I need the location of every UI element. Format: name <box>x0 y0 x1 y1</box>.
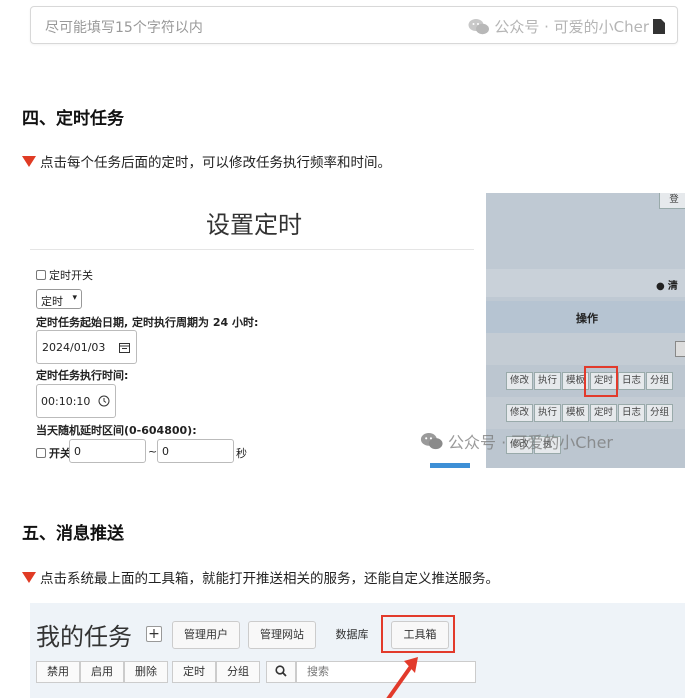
primary-button-edge[interactable] <box>430 463 470 468</box>
start-date-value: 2024/01/03 <box>42 341 106 354</box>
title-input[interactable]: 尽可能填写15个字符以内 公众号 · 可爱的小Cher <box>30 6 678 44</box>
delete-button[interactable]: 删除 <box>124 661 168 683</box>
task-page-screenshot: 我的任务 + 管理用户 管理网站 数据库 工具箱 禁用 启用 删除 定时 分组 … <box>22 603 685 698</box>
time-input[interactable]: 00:10:10 <box>36 384 116 418</box>
table-header: 操作 <box>486 301 685 333</box>
timer-dialog: 设置定时 定时开关 定时 ▾ 定时任务起始日期, 定时执行周期为 24 小时: 2… <box>22 193 486 468</box>
table-row <box>486 333 685 365</box>
watermark-top: 公众号 · 可爱的小Cher <box>468 16 665 37</box>
section4-desc: 点击每个任务后面的定时，可以修改任务执行频率和时间。 <box>22 151 391 171</box>
clock-icon[interactable] <box>98 395 110 407</box>
highlight-box <box>381 615 455 653</box>
ops-header: 操作 <box>576 312 598 325</box>
section4-desc-text: 点击每个任务后面的定时，可以修改任务执行频率和时间。 <box>40 155 391 171</box>
watermark-center: 公众号 · 可爱的小Cher <box>420 429 613 453</box>
run-button[interactable]: 执行 <box>534 372 561 390</box>
start-label: 定时任务起始日期, 定时执行周期为 24 小时: <box>36 314 258 330</box>
section4-heading: 四、定时任务 <box>22 109 124 129</box>
section5-desc-text: 点击系统最上面的工具箱，就能打开推送相关的服务，还能自定义推送服务。 <box>40 571 499 587</box>
checkbox[interactable] <box>36 270 46 280</box>
group-button[interactable]: 分组 <box>646 404 673 422</box>
divider <box>30 249 474 250</box>
background-page: 登 ● 清 操作 修改 执行 模板 定时 日志 分组 修改 执行 模板 定时 日… <box>430 193 685 468</box>
log-button[interactable]: 日志 <box>618 404 645 422</box>
table-row: 修改 执行 模板 定时 日志 分组 <box>486 397 685 429</box>
document-icon <box>653 19 665 34</box>
enable-button[interactable]: 启用 <box>80 661 124 683</box>
search-button[interactable] <box>266 661 296 683</box>
delay-to-input[interactable]: 0 <box>157 439 234 463</box>
delay-from-value: 0 <box>74 445 81 458</box>
clear-button-label: 清 <box>667 281 678 292</box>
manage-users-button[interactable]: 管理用户 <box>172 621 240 649</box>
task-page-title: 我的任务 <box>36 623 132 651</box>
timer-button[interactable]: 定时 <box>590 404 617 422</box>
edit-button[interactable]: 修改 <box>506 404 533 422</box>
delay-label-text: 当天随机延时区间(0-604800): <box>36 424 197 437</box>
timer-screenshot: 设置定时 定时开关 定时 ▾ 定时任务起始日期, 定时执行周期为 24 小时: 2… <box>22 193 685 468</box>
manage-sites-button[interactable]: 管理网站 <box>248 621 316 649</box>
section5-desc: 点击系统最上面的工具箱，就能打开推送相关的服务，还能自定义推送服务。 <box>22 567 499 587</box>
add-task-button[interactable]: + <box>146 626 162 642</box>
close-circle-icon: ● <box>656 281 665 292</box>
title-input-placeholder: 尽可能填写15个字符以内 <box>45 20 203 36</box>
start-date-input[interactable]: 2024/01/03 <box>36 330 137 364</box>
timer-switch-label: 定时开关 <box>49 269 93 282</box>
mode-select-value: 定时 <box>41 295 63 308</box>
watermark-center-text: 公众号 · 可爱的小Cher <box>448 433 613 452</box>
delay-label: 当天随机延时区间(0-604800): <box>36 422 197 438</box>
time-label-text: 定时任务执行时间: <box>36 369 129 382</box>
delay-from-input[interactable]: 0 <box>69 439 146 463</box>
timer-dialog-title: 设置定时 <box>206 211 302 239</box>
time-label: 定时任务执行时间: <box>36 367 128 383</box>
login-button[interactable]: 登 <box>659 193 685 209</box>
delay-switch[interactable]: 开关 <box>36 445 71 461</box>
edit-button[interactable]: 修改 <box>506 372 533 390</box>
timer-switch[interactable]: 定时开关 <box>36 267 93 283</box>
time-value: 00:10:10 <box>41 395 91 408</box>
red-triangle-icon <box>22 571 36 583</box>
group-button[interactable]: 分组 <box>646 372 673 390</box>
checkbox[interactable] <box>36 448 46 458</box>
delay-unit: 秒 <box>236 447 247 460</box>
wechat-icon <box>468 18 490 34</box>
group-button[interactable]: 分组 <box>216 661 260 683</box>
highlight-box <box>584 366 618 397</box>
row-control[interactable] <box>675 341 685 357</box>
wechat-icon <box>420 432 443 449</box>
template-button[interactable]: 模板 <box>562 404 589 422</box>
delay-to-value: 0 <box>162 445 169 458</box>
delay-switch-label: 开关 <box>49 447 71 460</box>
clear-button[interactable]: ● 清 <box>656 277 678 292</box>
chevron-down-icon: ▾ <box>72 293 77 303</box>
calendar-icon[interactable] <box>119 342 130 353</box>
disable-button[interactable]: 禁用 <box>36 661 80 683</box>
start-label-text: 定时任务起始日期, 定时执行周期为 24 小时: <box>36 316 259 329</box>
red-triangle-icon <box>22 155 36 167</box>
run-button[interactable]: 执行 <box>534 404 561 422</box>
delay-separator: ~ <box>148 445 158 458</box>
search-icon <box>275 665 287 677</box>
mode-select[interactable]: 定时 ▾ <box>36 289 82 309</box>
timer-button[interactable]: 定时 <box>172 661 216 683</box>
red-arrow-icon <box>386 657 418 698</box>
log-button[interactable]: 日志 <box>618 372 645 390</box>
watermark-top-text: 公众号 · 可爱的小Cher <box>494 18 649 36</box>
database-button[interactable]: 数据库 <box>324 621 380 649</box>
section5-heading: 五、消息推送 <box>22 524 124 544</box>
